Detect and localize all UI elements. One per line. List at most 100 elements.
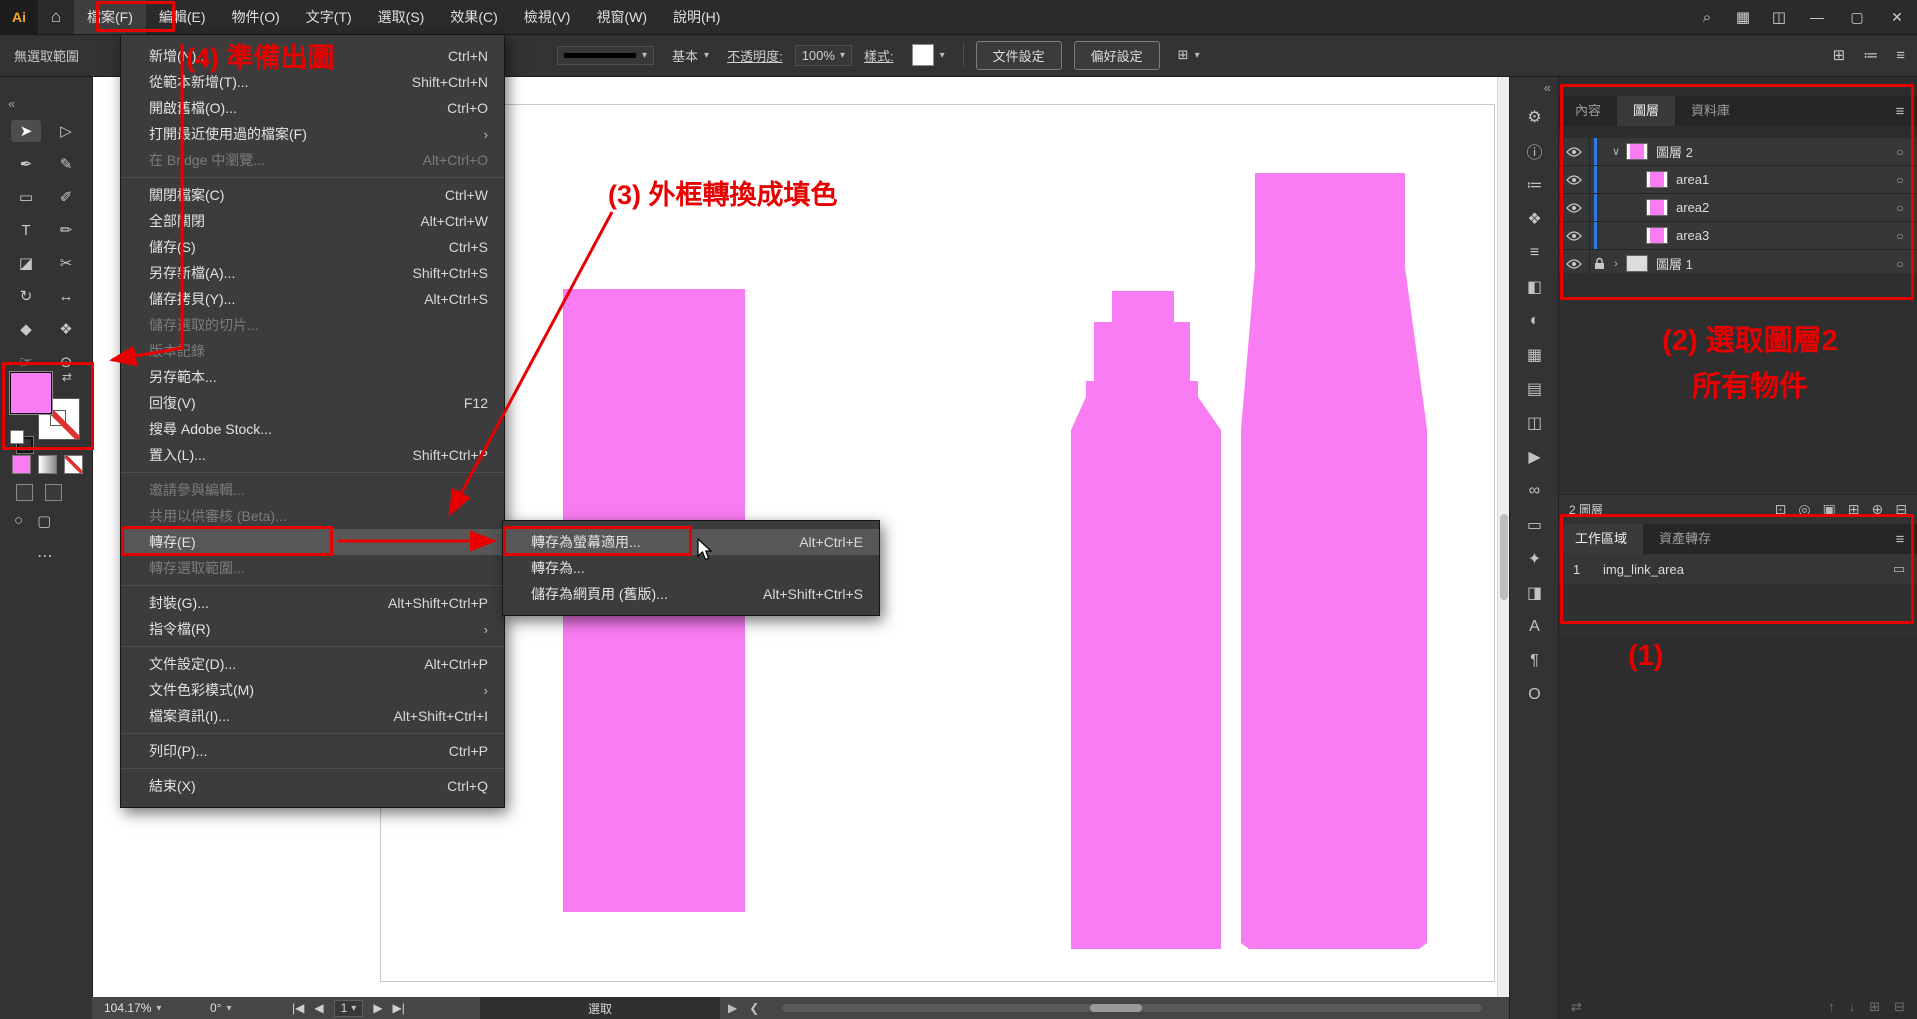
default-fill-mini-swatch[interactable] bbox=[10, 430, 24, 444]
none-mode-button[interactable] bbox=[64, 455, 83, 474]
visibility-toggle-icon[interactable] bbox=[1559, 138, 1590, 165]
rail-collapse-icon[interactable]: « bbox=[1544, 76, 1551, 100]
target-circle-icon[interactable]: ○ bbox=[1883, 201, 1917, 215]
panel-menu-icon[interactable]: ≡ bbox=[1883, 96, 1917, 126]
export-submenu-item[interactable]: 儲存為網頁用 (舊版)...Alt+Shift+Ctrl+S bbox=[503, 581, 879, 607]
actions-panel-icon[interactable]: ▶ bbox=[1510, 440, 1559, 474]
layer-row[interactable]: ∨圖層 2○ bbox=[1559, 138, 1917, 166]
paintbrush-tool[interactable]: ✐ bbox=[51, 186, 81, 208]
layer-row[interactable]: area3○ bbox=[1559, 222, 1917, 250]
curvature-tool[interactable]: ✎ bbox=[51, 153, 81, 175]
shape-bottle-small[interactable] bbox=[1071, 291, 1221, 949]
shape-bottle-large[interactable] bbox=[1241, 173, 1427, 949]
gradient-panel-icon[interactable]: ◧ bbox=[1510, 270, 1559, 304]
transform-panel-icon[interactable]: ◫ bbox=[1510, 406, 1559, 440]
blend-tool[interactable]: ❖ bbox=[51, 318, 81, 340]
css-properties-panel-icon[interactable]: ≔ bbox=[1510, 168, 1559, 202]
style-swatch-dropdown[interactable]: ▾ bbox=[906, 41, 951, 69]
file-menu-item[interactable]: 文件設定(D)...Alt+Ctrl+P bbox=[121, 651, 504, 677]
menubar-item[interactable]: 選取(S) bbox=[365, 0, 438, 34]
artboard-number-dropdown[interactable]: 1 ▾ bbox=[334, 1000, 364, 1017]
menubar-item[interactable]: 文字(T) bbox=[293, 0, 365, 34]
target-circle-icon[interactable]: ○ bbox=[1883, 257, 1917, 271]
fill-color-swatch[interactable] bbox=[10, 372, 52, 414]
zoom-level-dropdown[interactable]: 104.17% ▾ bbox=[104, 997, 161, 1019]
edit-toolbar-icon[interactable]: ⋯ bbox=[0, 546, 92, 566]
asset-export-panel-icon[interactable]: ✦ bbox=[1510, 542, 1559, 576]
stroke-style-dropdown[interactable]: ▾ bbox=[557, 46, 654, 65]
file-menu-item[interactable]: 指令檔(R)› bbox=[121, 616, 504, 642]
move-down-icon[interactable]: ↓ bbox=[1849, 999, 1856, 1015]
color-mode-button[interactable] bbox=[12, 455, 31, 474]
panel-tab[interactable]: 資產轉存 bbox=[1643, 524, 1727, 554]
scale-tool[interactable]: ↔ bbox=[51, 285, 81, 307]
style-label[interactable]: 樣式: bbox=[864, 46, 894, 65]
delete-layer-icon[interactable]: ⊟ bbox=[1895, 501, 1907, 518]
collect-for-export-icon[interactable]: ⊡ bbox=[1775, 501, 1787, 518]
menu-icon[interactable]: ≡ bbox=[1896, 47, 1905, 64]
new-sublayer-icon[interactable]: ⊞ bbox=[1848, 501, 1860, 518]
target-circle-icon[interactable]: ○ bbox=[1883, 229, 1917, 243]
file-menu-item[interactable]: 檔案資訊(I)...Alt+Shift+Ctrl+I bbox=[121, 703, 504, 729]
direct-selection-tool[interactable]: ▷ bbox=[51, 120, 81, 142]
restore-button[interactable]: ▢ bbox=[1837, 0, 1877, 34]
panel-menu-icon[interactable]: ≡ bbox=[1883, 524, 1917, 554]
new-layer-icon[interactable]: ⊕ bbox=[1872, 501, 1884, 518]
next-artboard-icon[interactable]: ▶ bbox=[373, 1001, 382, 1015]
opacity-value-dropdown[interactable]: 100% ▾ bbox=[795, 45, 852, 66]
vertical-scrollbar-thumb[interactable] bbox=[1500, 514, 1508, 600]
file-menu-item[interactable]: 回復(V)F12 bbox=[121, 390, 504, 416]
horizontal-scrollbar[interactable] bbox=[782, 1004, 1482, 1012]
layer-thumbnail[interactable] bbox=[1646, 171, 1668, 188]
swatches-panel-icon[interactable]: ▦ bbox=[1510, 338, 1559, 372]
opacity-label[interactable]: 不透明度: bbox=[727, 46, 783, 65]
swap-fill-stroke-icon[interactable]: ⇄ bbox=[62, 370, 72, 384]
panel-tab[interactable]: 工作區域 bbox=[1559, 524, 1643, 554]
scissors-tool[interactable]: ✂ bbox=[51, 252, 81, 274]
layer-thumbnail[interactable] bbox=[1626, 143, 1648, 160]
file-menu-item[interactable]: 另存新檔(A)...Shift+Ctrl+S bbox=[121, 260, 504, 286]
file-menu-item[interactable]: 打開最近使用過的檔案(F)› bbox=[121, 121, 504, 147]
target-circle-icon[interactable]: ○ bbox=[1883, 145, 1917, 159]
visibility-toggle-icon[interactable] bbox=[1559, 166, 1590, 193]
file-menu-item[interactable]: 文件色彩模式(M)› bbox=[121, 677, 504, 703]
artboard-list-item[interactable]: 1 img_link_area ▭ bbox=[1559, 554, 1917, 585]
panel-tab[interactable]: 內容 bbox=[1559, 96, 1617, 126]
paragraph-panel-icon[interactable]: ¶ bbox=[1510, 644, 1559, 678]
screen-mode-normal-icon[interactable]: ▢ bbox=[37, 512, 51, 530]
export-submenu-item[interactable]: 轉存為螢幕適用...Alt+Ctrl+E bbox=[503, 529, 879, 555]
hand-tool[interactable]: ☞ bbox=[11, 351, 41, 373]
back-icon[interactable]: ❮ bbox=[749, 1001, 759, 1015]
symbols-panel-icon[interactable]: ▤ bbox=[1510, 372, 1559, 406]
panel-tab[interactable]: 圖層 bbox=[1617, 96, 1675, 126]
home-icon[interactable]: ⌂ bbox=[38, 0, 74, 34]
menubar-item[interactable]: 編輯(E) bbox=[146, 0, 219, 34]
panel-tab[interactable]: 資料庫 bbox=[1675, 96, 1746, 126]
more-options-dropdown[interactable]: ⊞ ▾ bbox=[1172, 44, 1206, 66]
transparency-panel-icon[interactable]: ◐ bbox=[1510, 304, 1559, 338]
export-submenu-item[interactable]: 轉存為... bbox=[503, 555, 879, 581]
file-menu-item[interactable]: 結束(X)Ctrl+Q bbox=[121, 773, 504, 799]
draw-behind-button[interactable] bbox=[45, 484, 62, 501]
first-artboard-icon[interactable]: |◀ bbox=[292, 1001, 304, 1015]
artboard-icon[interactable]: ▭ bbox=[1881, 561, 1917, 577]
libraries-panel-icon[interactable]: ❖ bbox=[1510, 202, 1559, 236]
layer-thumbnail[interactable] bbox=[1646, 199, 1668, 216]
visibility-toggle-icon[interactable] bbox=[1559, 222, 1590, 249]
appearance-panel-icon[interactable]: O bbox=[1510, 678, 1559, 712]
file-menu-item[interactable]: 關閉檔案(C)Ctrl+W bbox=[121, 182, 504, 208]
rotate-tool[interactable]: ↻ bbox=[11, 285, 41, 307]
file-menu-item[interactable]: 置入(L)...Shift+Ctrl+P bbox=[121, 442, 504, 468]
toolbar-collapse-icon[interactable]: « bbox=[8, 96, 15, 111]
make-clipping-mask-icon[interactable]: ▣ bbox=[1823, 501, 1836, 518]
file-menu-item[interactable]: 全部關閉Alt+Ctrl+W bbox=[121, 208, 504, 234]
layer-row[interactable]: area2○ bbox=[1559, 194, 1917, 222]
play-icon[interactable]: ▶ bbox=[728, 1001, 737, 1015]
gradient-mode-button[interactable] bbox=[38, 455, 57, 474]
file-menu-item[interactable]: 另存範本... bbox=[121, 364, 504, 390]
file-menu-item[interactable]: 列印(P)...Ctrl+P bbox=[121, 738, 504, 764]
new-artboard-icon[interactable]: ⊞ bbox=[1869, 999, 1880, 1015]
file-menu-item[interactable]: 儲存拷貝(Y)...Alt+Ctrl+S bbox=[121, 286, 504, 312]
color-panel-icon[interactable]: ◨ bbox=[1510, 576, 1559, 610]
workspace-switcher-icon[interactable]: ◫ bbox=[1761, 0, 1797, 34]
